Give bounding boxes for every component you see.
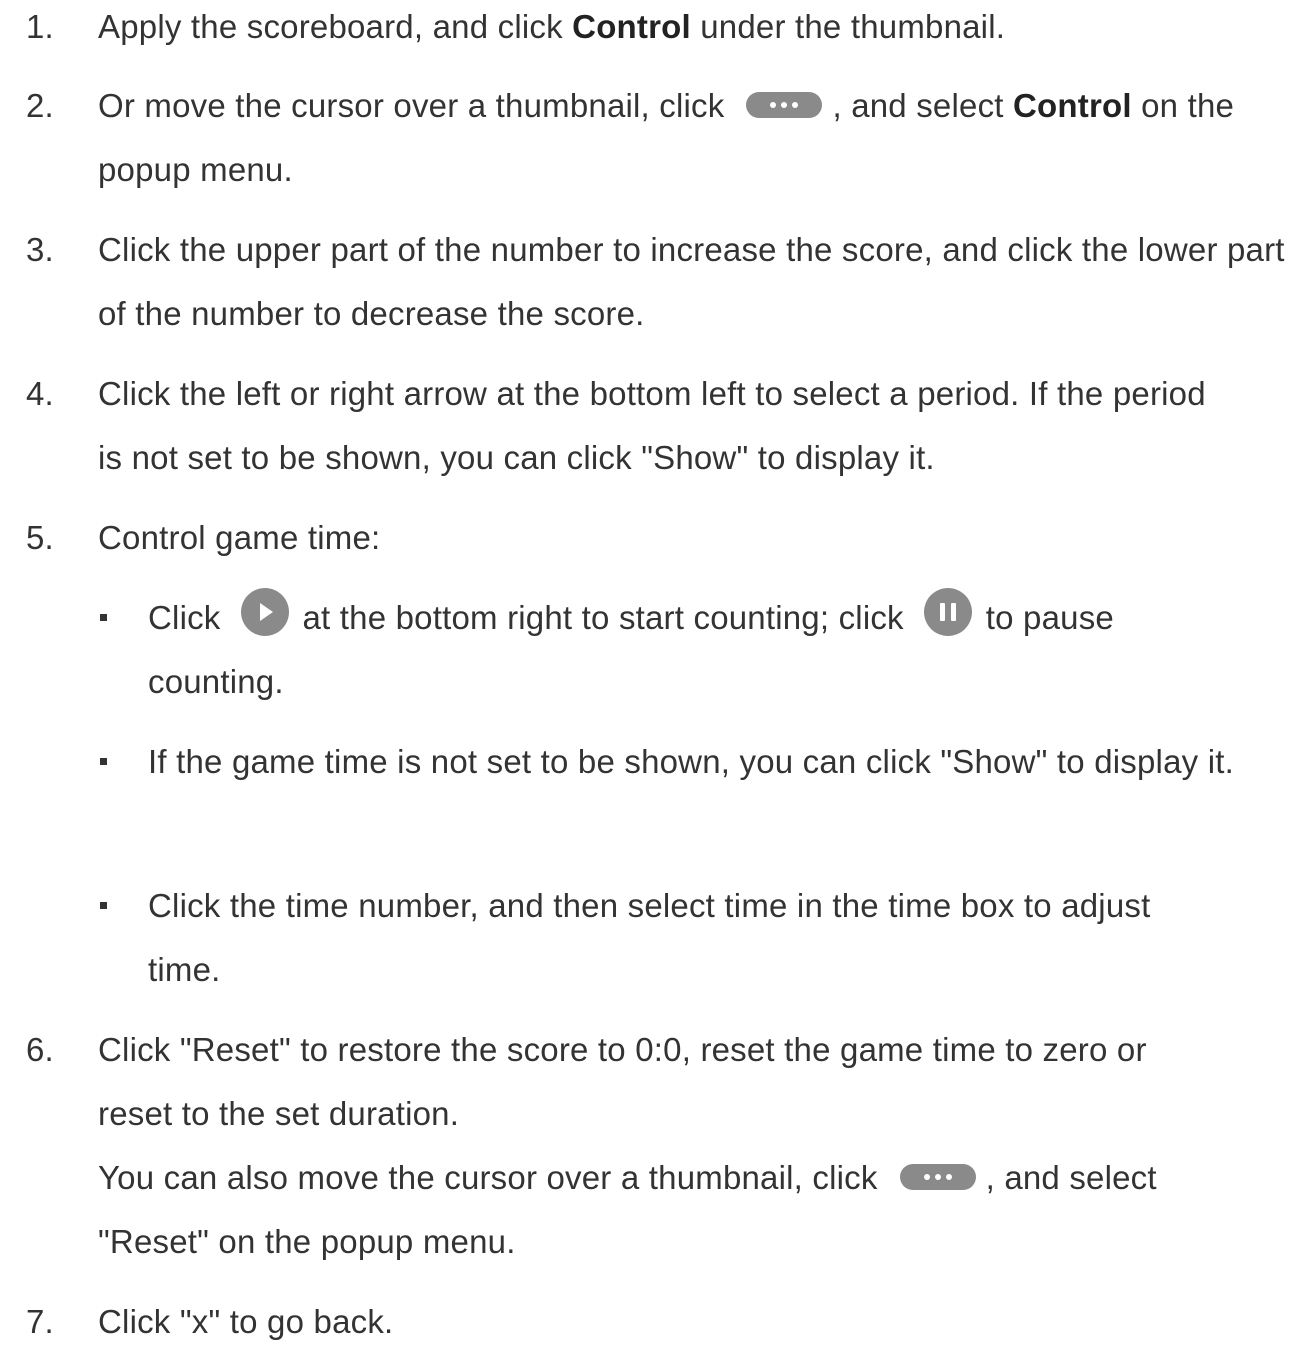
step-number: 4. <box>26 375 54 412</box>
play-icon <box>240 588 289 637</box>
step-number: 5. <box>26 519 54 556</box>
step-text: Click the left or right arrow at the bot… <box>98 375 1206 476</box>
sub-item-text: If the game time is not set to be shown,… <box>148 743 1234 780</box>
more-options-icon <box>746 92 823 119</box>
step-text: Click the upper part of the number to in… <box>98 231 1285 332</box>
instruction-document: 1. Apply the scoreboard, and click Contr… <box>0 0 1315 1341</box>
step-text: Or move the cursor over a thumbnail, cli… <box>98 74 1298 202</box>
step-number: 3. <box>26 231 54 268</box>
step-number: 7. <box>26 1303 54 1340</box>
step-text-part: Or move the cursor over a thumbnail, cli… <box>98 87 725 124</box>
bullet-icon <box>100 902 107 909</box>
step-number: 1. <box>26 8 54 45</box>
step-text-part: under the thumbnail. <box>690 8 1006 45</box>
more-options-icon <box>899 1164 976 1191</box>
step-text: Click "Reset" to restore the score to 0:… <box>98 1031 1147 1132</box>
control-label: Control <box>572 8 691 45</box>
step-text: Apply the scoreboard, and click Control … <box>98 0 1298 59</box>
step-number: 2. <box>26 87 54 124</box>
step-number: 6. <box>26 1031 54 1068</box>
pause-icon <box>923 588 972 637</box>
step-text-part: Apply the scoreboard, and click <box>98 8 573 45</box>
step-text-part: , and select <box>832 87 1014 124</box>
control-label: Control <box>1013 87 1132 124</box>
note-text-part: You can also move the cursor over a thum… <box>98 1159 878 1196</box>
step-text: Control game time: <box>98 519 381 556</box>
sub-item-text: Click the time number, and then select t… <box>148 887 1151 988</box>
note-text: You can also move the cursor over a thum… <box>98 1146 1218 1274</box>
bullet-icon <box>100 758 107 765</box>
sub-text-part: at the bottom right to start counting; c… <box>302 599 904 636</box>
step-text: Click "x" to go back. <box>98 1303 394 1340</box>
bullet-icon <box>100 614 107 621</box>
sub-item-text: Click at the bottom right to start counti… <box>148 586 1228 714</box>
sub-text-part: Click <box>148 599 221 636</box>
